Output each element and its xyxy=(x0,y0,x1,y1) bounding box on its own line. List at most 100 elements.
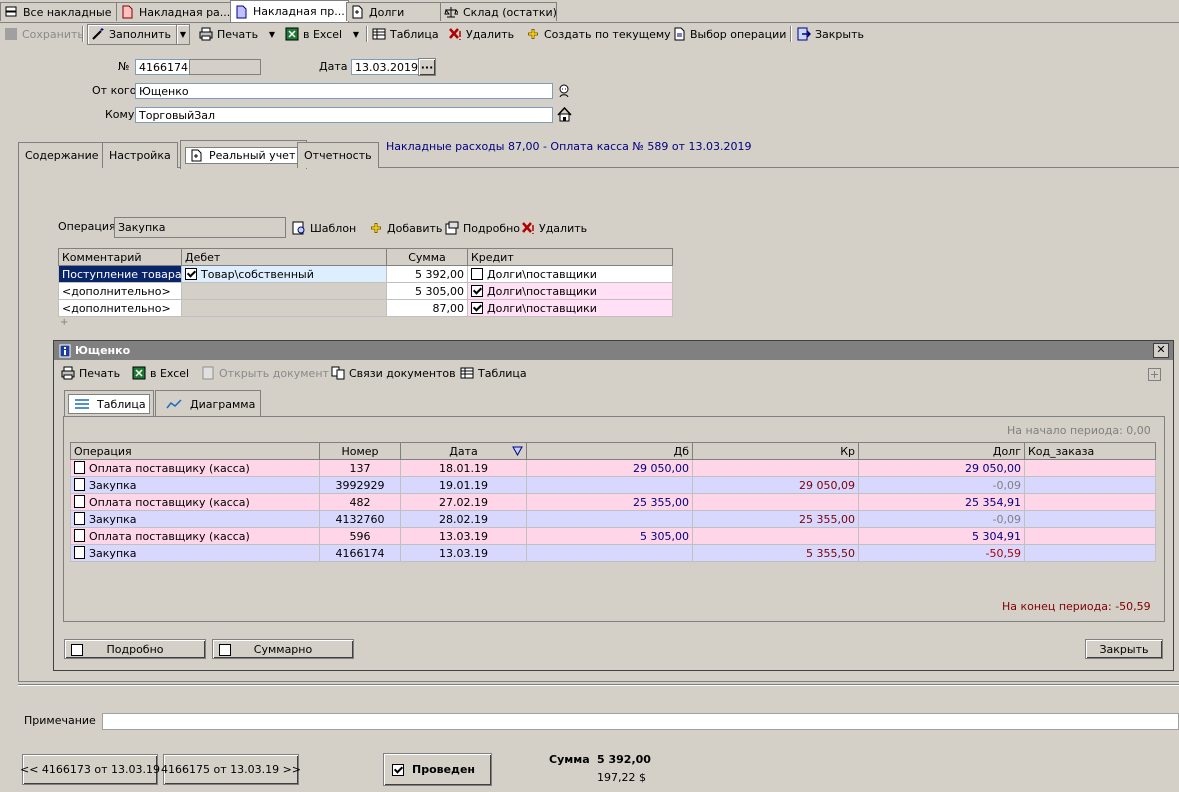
cell-credit[interactable]: Долги\поставщики xyxy=(467,299,673,317)
cell-sum[interactable]: 5 305,00 xyxy=(386,282,468,300)
sub-excel-button[interactable]: в Excel xyxy=(132,364,189,382)
cell-date[interactable]: 19.01.19 xyxy=(400,476,527,494)
cell-comment[interactable]: <дополнительно> xyxy=(58,299,182,317)
col-date[interactable]: Дата xyxy=(400,442,527,460)
checkbox-icon[interactable] xyxy=(471,284,483,297)
cell-comment[interactable]: <дополнительно> xyxy=(58,282,182,300)
home-icon[interactable] xyxy=(556,106,573,123)
date-field[interactable]: 13.03.2019 xyxy=(351,59,419,75)
cell-debt[interactable]: -50,59 xyxy=(858,544,1025,562)
sort-descending-icon[interactable] xyxy=(512,446,523,456)
table-row[interactable]: <дополнительно> 5 305,00 Долги\поставщик… xyxy=(58,282,673,300)
cell-order-code[interactable] xyxy=(1024,493,1156,511)
print-button[interactable]: Печать xyxy=(199,25,258,43)
cell-operation[interactable]: Закупка xyxy=(70,510,320,528)
cell-debit[interactable] xyxy=(526,544,693,562)
cell-credit[interactable]: 25 355,00 xyxy=(692,510,859,528)
cell-debt[interactable]: -0,09 xyxy=(858,476,1025,494)
posted-toggle-button[interactable]: Проведен xyxy=(383,753,492,786)
cell-debit[interactable]: Товар\собственный xyxy=(181,265,387,283)
tab-chart[interactable]: Диаграмма xyxy=(155,390,261,417)
open-document-button[interactable]: Открыть документ xyxy=(201,364,329,382)
cell-debit[interactable]: 5 305,00 xyxy=(526,527,693,545)
cell-debit[interactable] xyxy=(526,476,693,494)
cell-date[interactable]: 28.02.19 xyxy=(400,510,527,528)
cell-credit[interactable]: Долги\поставщики xyxy=(467,282,673,300)
print-dropdown-arrow[interactable]: ▼ xyxy=(266,25,278,43)
table-row[interactable]: Закупка 3992929 19.01.19 29 050,09 -0,09 xyxy=(70,476,1156,494)
cell-debit[interactable] xyxy=(181,282,387,300)
cell-date[interactable]: 13.03.19 xyxy=(400,527,527,545)
cell-comment[interactable]: Поступление товара xyxy=(58,265,182,283)
col-debit[interactable]: Дебет xyxy=(181,248,387,266)
entry-detail-button[interactable]: Подробно xyxy=(445,219,520,237)
col-number[interactable]: Номер xyxy=(319,442,401,460)
cell-debit[interactable]: 25 355,00 xyxy=(526,493,693,511)
fill-button[interactable]: Заполнить xyxy=(91,25,171,43)
cell-debt[interactable]: 29 050,00 xyxy=(858,459,1025,477)
delete-button[interactable]: Удалить xyxy=(448,25,514,43)
tab-all-invoices[interactable]: Все накладные xyxy=(0,2,118,21)
fill-dropdown-arrow[interactable]: ▼ xyxy=(177,25,189,43)
col-sum[interactable]: Сумма xyxy=(386,248,468,266)
cell-debt[interactable]: 25 354,91 xyxy=(858,493,1025,511)
add-row-plus-icon[interactable]: + xyxy=(60,317,68,328)
detail-toggle-button[interactable]: Подробно xyxy=(64,639,206,659)
cell-credit[interactable] xyxy=(692,527,859,545)
col-comment[interactable]: Комментарий xyxy=(58,248,182,266)
operation-field[interactable]: Закупка xyxy=(114,217,286,238)
table-row[interactable]: Закупка 4132760 28.02.19 25 355,00 -0,09 xyxy=(70,510,1156,528)
cell-operation[interactable]: Оплата поставщику (касса) xyxy=(70,493,320,511)
tab-reporting[interactable]: Отчетность xyxy=(297,142,379,168)
cell-date[interactable]: 13.03.19 xyxy=(400,544,527,562)
cell-number[interactable]: 4166174 xyxy=(319,544,401,562)
tab-real-accounting[interactable]: Реальный учет xyxy=(180,140,308,169)
cell-order-code[interactable] xyxy=(1024,510,1156,528)
table-row[interactable]: Закупка 4166174 13.03.19 5 355,50 -50,59 xyxy=(70,544,1156,562)
cell-credit[interactable]: Долги\поставщики xyxy=(467,265,673,283)
checkbox-icon[interactable] xyxy=(471,301,483,314)
table-row[interactable]: Оплата поставщику (касса) 482 27.02.19 2… xyxy=(70,493,1156,511)
cell-operation[interactable]: Закупка xyxy=(70,544,320,562)
tab-invoice-income[interactable]: Накладная пр... xyxy=(230,0,349,22)
cell-order-code[interactable] xyxy=(1024,459,1156,477)
table-row[interactable]: Оплата поставщику (касса) 596 13.03.19 5… xyxy=(70,527,1156,545)
cell-order-code[interactable] xyxy=(1024,544,1156,562)
cell-sum[interactable]: 5 392,00 xyxy=(386,265,468,283)
cell-sum[interactable]: 87,00 xyxy=(386,299,468,317)
cell-date[interactable]: 18.01.19 xyxy=(400,459,527,477)
col-debit[interactable]: Дб xyxy=(526,442,693,460)
col-credit[interactable]: Кредит xyxy=(467,248,673,266)
document-links-button[interactable]: Связи документов xyxy=(331,364,456,382)
cell-operation[interactable]: Закупка xyxy=(70,476,320,494)
checkbox-icon[interactable] xyxy=(185,267,197,280)
table-row[interactable]: Оплата поставщику (касса) 137 18.01.19 2… xyxy=(70,459,1156,477)
next-invoice-button[interactable]: 4166175 от 13.03.19 >> xyxy=(161,754,301,785)
cell-number[interactable]: 137 xyxy=(319,459,401,477)
prev-invoice-button[interactable]: << 4166173 от 13.03.19 xyxy=(20,754,160,785)
date-picker-button[interactable]: ··· xyxy=(418,58,436,76)
cell-order-code[interactable] xyxy=(1024,527,1156,545)
to-field[interactable]: ТорговыйЗал xyxy=(135,107,553,123)
cell-operation[interactable]: Оплата поставщику (касса) xyxy=(70,527,320,545)
col-order-code[interactable]: Код_заказа xyxy=(1024,442,1156,460)
create-copy-button[interactable]: Создать по текущему xyxy=(526,25,671,43)
cell-number[interactable]: 482 xyxy=(319,493,401,511)
table-row[interactable]: <дополнительно> 87,00 Долги\поставщики xyxy=(58,299,673,317)
sub-print-button[interactable]: Печать xyxy=(61,364,120,382)
col-debt[interactable]: Долг xyxy=(858,442,1025,460)
summary-toggle-button[interactable]: Суммарно xyxy=(212,639,354,659)
tab-invoice-expense[interactable]: Накладная ра... xyxy=(116,2,233,21)
delete-entry-button[interactable]: Удалить xyxy=(521,219,587,237)
cell-debt[interactable]: 5 304,91 xyxy=(858,527,1025,545)
sub-table-button[interactable]: Таблица xyxy=(460,364,527,382)
cell-number[interactable]: 4132760 xyxy=(319,510,401,528)
tab-contents[interactable]: Содержание xyxy=(18,142,106,168)
select-operation-button[interactable]: Выбор операции xyxy=(672,25,786,43)
tab-table[interactable]: Таблица xyxy=(64,390,154,417)
cell-operation[interactable]: Оплата поставщику (касса) xyxy=(70,459,320,477)
cell-order-code[interactable] xyxy=(1024,476,1156,494)
col-operation[interactable]: Операция xyxy=(70,442,320,460)
close-button[interactable]: Закрыть xyxy=(797,25,864,43)
expand-icon[interactable] xyxy=(1148,368,1161,381)
